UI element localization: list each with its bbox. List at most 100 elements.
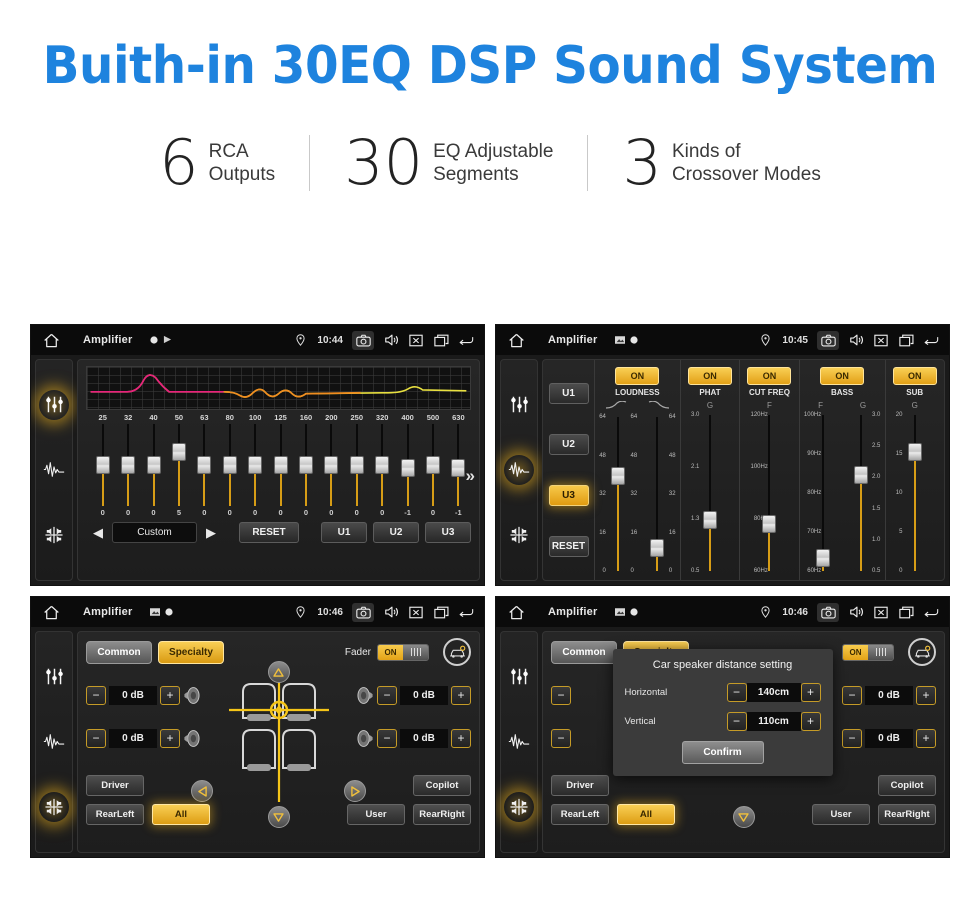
plus-button[interactable]: +: [451, 686, 471, 705]
on-toggle-button[interactable]: ON: [688, 367, 733, 385]
reset-button[interactable]: RESET: [239, 522, 299, 543]
camera-icon[interactable]: [817, 330, 839, 350]
position-rearright-button[interactable]: RearRight: [413, 804, 471, 825]
volume-icon[interactable]: [848, 333, 864, 348]
slider-knob[interactable]: [197, 456, 212, 474]
slider-knob[interactable]: [222, 456, 237, 474]
slider-knob[interactable]: [349, 456, 364, 474]
dsp-preset-u2-button[interactable]: U2: [548, 434, 589, 455]
nav-up-icon[interactable]: [267, 661, 290, 683]
slider-knob[interactable]: [375, 456, 390, 474]
slider-knob[interactable]: [425, 456, 440, 474]
on-toggle-button[interactable]: ON: [615, 367, 660, 385]
minus-button[interactable]: −: [726, 683, 747, 702]
minus-button[interactable]: −: [377, 729, 397, 748]
eq-band-slider[interactable]: [242, 424, 267, 506]
eq-band-slider[interactable]: [293, 424, 318, 506]
dsp-slider[interactable]: 20 15 10 5 0: [896, 412, 932, 574]
recent-apps-icon[interactable]: [433, 605, 449, 620]
back-arrow-icon[interactable]: [923, 333, 939, 348]
home-icon[interactable]: [41, 604, 61, 620]
eq-band-slider[interactable]: [369, 424, 394, 506]
fader-toggle[interactable]: ON: [377, 643, 429, 661]
slider-knob[interactable]: [324, 456, 339, 474]
close-box-icon[interactable]: [408, 605, 424, 620]
slider-knob[interactable]: [273, 456, 288, 474]
dsp-preset-u1-button[interactable]: U1: [548, 383, 589, 404]
slider-knob[interactable]: [451, 459, 466, 477]
nav-left-icon[interactable]: [191, 780, 213, 802]
slider-knob[interactable]: [121, 456, 136, 474]
eq-band-slider[interactable]: [90, 424, 115, 506]
dsp-reset-button[interactable]: RESET: [548, 536, 589, 557]
position-driver-button[interactable]: Driver: [86, 775, 144, 796]
waveform-icon[interactable]: [504, 454, 534, 485]
slider-knob[interactable]: [95, 456, 110, 474]
slider-knob[interactable]: [762, 514, 777, 533]
dsp-slider[interactable]: 64 48 32 16 0: [640, 414, 676, 574]
slider-knob[interactable]: [854, 466, 869, 485]
back-arrow-icon[interactable]: [458, 333, 474, 348]
car-seats-diagram[interactable]: [223, 676, 335, 804]
eq-band-slider[interactable]: [192, 424, 217, 506]
eq-band-slider[interactable]: [446, 424, 471, 506]
volume-icon[interactable]: [383, 333, 399, 348]
recent-apps-icon[interactable]: [433, 333, 449, 348]
minus-button[interactable]: −: [86, 686, 106, 705]
on-toggle-button[interactable]: ON: [747, 367, 792, 385]
slider-knob[interactable]: [298, 456, 313, 474]
camera-icon[interactable]: [352, 602, 374, 622]
preset-next-button[interactable]: ▶: [203, 525, 219, 541]
slider-knob[interactable]: [611, 467, 626, 486]
dsp-slider[interactable]: 3.0 2.5 2.0 1.5 1.0 0.5: [844, 412, 880, 574]
eq-band-slider[interactable]: [115, 424, 140, 506]
plus-button[interactable]: +: [451, 729, 471, 748]
dsp-slider[interactable]: 100Hz 90Hz 80Hz 70Hz 60Hz: [804, 412, 840, 574]
slider-knob[interactable]: [248, 456, 263, 474]
back-arrow-icon[interactable]: [458, 605, 474, 620]
preset-name-display[interactable]: Custom: [112, 522, 197, 543]
nav-down-icon[interactable]: [267, 806, 290, 828]
home-icon[interactable]: [506, 332, 526, 348]
waveform-icon[interactable]: [39, 455, 69, 485]
eq-band-slider[interactable]: [395, 424, 420, 506]
eq-band-slider[interactable]: [420, 424, 445, 506]
position-user-button[interactable]: User: [347, 804, 405, 825]
on-toggle-button[interactable]: ON: [892, 367, 937, 385]
slider-knob[interactable]: [649, 539, 664, 558]
eq-band-slider[interactable]: [141, 424, 166, 506]
equalizer-sliders-icon[interactable]: [39, 389, 69, 420]
balance-arrows-icon[interactable]: [504, 520, 534, 550]
preset-u3-button[interactable]: U3: [425, 522, 471, 543]
plus-button[interactable]: +: [160, 686, 180, 705]
preset-u1-button[interactable]: U1: [321, 522, 367, 543]
position-rearleft-button[interactable]: RearLeft: [86, 804, 144, 825]
balance-arrows-icon[interactable]: [39, 520, 69, 550]
dsp-slider[interactable]: 3.0 2.1 1.3 0.5: [691, 412, 727, 574]
nav-right-icon[interactable]: [344, 780, 366, 802]
eq-band-slider[interactable]: [166, 424, 191, 506]
plus-button[interactable]: +: [800, 683, 821, 702]
confirm-button[interactable]: Confirm: [681, 741, 764, 764]
plus-button[interactable]: +: [800, 712, 821, 731]
position-copilot-button[interactable]: Copilot: [413, 775, 471, 796]
dsp-slider[interactable]: 64 48 32 16 0 64 48 32 16 0: [599, 414, 637, 574]
close-box-icon[interactable]: [873, 333, 889, 348]
preset-u2-button[interactable]: U2: [373, 522, 419, 543]
car-settings-icon[interactable]: [443, 638, 471, 666]
eq-band-slider[interactable]: [268, 424, 293, 506]
minus-button[interactable]: −: [377, 686, 397, 705]
position-all-button[interactable]: All: [152, 804, 210, 825]
equalizer-sliders-icon[interactable]: [504, 390, 534, 420]
slider-knob[interactable]: [400, 459, 415, 477]
tab-common[interactable]: Common: [86, 640, 152, 664]
close-box-icon[interactable]: [408, 333, 424, 348]
tab-specialty[interactable]: Specialty: [158, 640, 224, 664]
equalizer-sliders-icon[interactable]: [39, 662, 69, 692]
plus-button[interactable]: +: [160, 729, 180, 748]
eq-band-slider[interactable]: [319, 424, 344, 506]
slider-knob[interactable]: [815, 548, 830, 567]
waveform-icon[interactable]: [39, 727, 69, 757]
volume-icon[interactable]: [383, 605, 399, 620]
slider-knob[interactable]: [907, 443, 922, 462]
